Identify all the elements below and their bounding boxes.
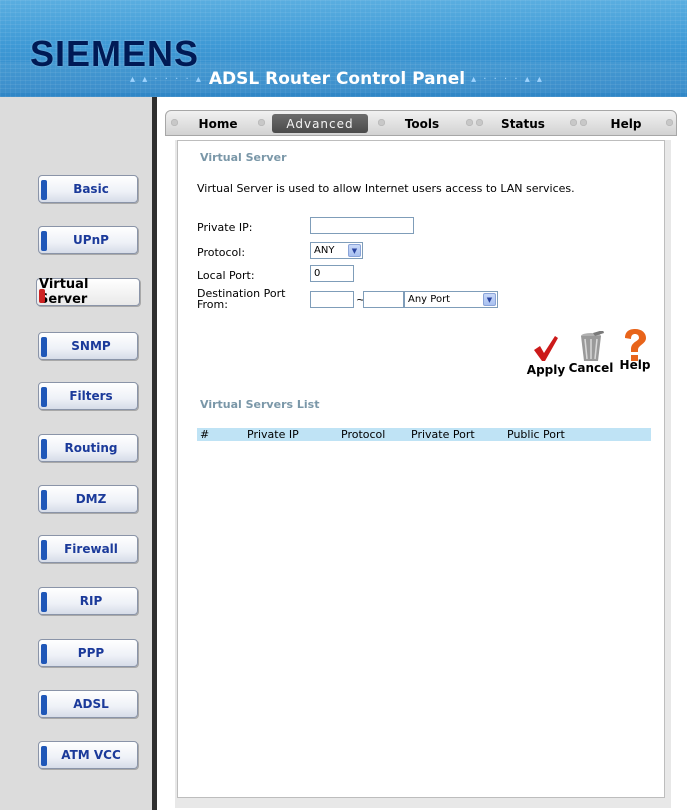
tab-advanced[interactable]: Advanced: [272, 114, 368, 133]
sidebar-item-label: SNMP: [71, 339, 111, 353]
panel-title: ADSL Router Control Panel: [208, 69, 466, 89]
panel-title-line: ▴ ▴ · · · · ▴ ADSL Router Control Panel …: [130, 69, 544, 89]
apply-button[interactable]: Apply: [526, 333, 566, 377]
sidebar-item-ppp[interactable]: PPP: [38, 639, 138, 667]
column-header-public-port: Public Port: [507, 428, 565, 441]
sidebar-item-label: Routing: [64, 441, 118, 455]
tab-marker-icon: [41, 490, 47, 510]
tab-marker-icon: [41, 180, 47, 200]
column-header-private-ip: Private IP: [247, 428, 299, 441]
help-button[interactable]: Help: [616, 328, 654, 372]
sidebar-item-rip[interactable]: RIP: [38, 587, 138, 615]
nav-separator-icon: [580, 119, 587, 126]
tab-marker-icon: [41, 337, 47, 357]
column-header-private-port: Private Port: [411, 428, 475, 441]
sidebar-item-label: PPP: [77, 646, 105, 660]
tab-home[interactable]: Home: [188, 114, 248, 133]
sidebar-item-basic[interactable]: Basic: [38, 175, 138, 203]
sidebar-item-upnp[interactable]: UPnP: [38, 226, 138, 254]
tab-marker-icon: [41, 439, 47, 459]
private-ip-input[interactable]: [310, 217, 414, 234]
destination-port-to-input[interactable]: [363, 291, 404, 308]
sidebar-item-routing[interactable]: Routing: [38, 434, 138, 462]
sidebar-item-label: UPnP: [73, 233, 109, 247]
tab-help[interactable]: Help: [596, 114, 656, 133]
protocol-select[interactable]: ANY ▼: [310, 242, 363, 259]
nav-separator-icon: [476, 119, 483, 126]
tab-marker-icon: [41, 231, 47, 251]
private-ip-label: Private IP:: [197, 221, 253, 234]
tab-marker-icon: [41, 387, 47, 407]
sidebar-item-firewall[interactable]: Firewall: [38, 535, 138, 563]
nav-separator-icon: [258, 119, 265, 126]
sidebar-item-label: RIP: [79, 594, 103, 608]
sidebar-item-snmp[interactable]: SNMP: [38, 332, 138, 360]
checkmark-icon: [534, 336, 558, 361]
sidebar-item-label: Firewall: [64, 542, 118, 556]
cancel-label: Cancel: [568, 361, 614, 375]
question-mark-icon: [625, 329, 646, 361]
nav-separator-icon: [171, 119, 178, 126]
destination-port-label-line2: From:: [197, 298, 228, 311]
content-panel: [177, 140, 665, 798]
tab-marker-icon: [41, 644, 47, 664]
list-title: Virtual Servers List: [200, 398, 320, 411]
destination-port-from-input[interactable]: [310, 291, 354, 308]
sidebar-item-label: ADSL: [73, 697, 109, 711]
column-header-number: #: [200, 428, 210, 441]
nav-separator-icon: [666, 119, 673, 126]
chevron-down-icon[interactable]: ▼: [483, 293, 496, 306]
tab-status[interactable]: Status: [488, 114, 558, 133]
nav-separator-icon: [466, 119, 473, 126]
destination-port-select[interactable]: Any Port ▼: [404, 291, 498, 308]
protocol-select-value: ANY: [314, 245, 335, 256]
list-header-row: # Private IP Protocol Private Port Publi…: [197, 428, 651, 441]
sidebar-item-adsl[interactable]: ADSL: [38, 690, 138, 718]
section-title: Virtual Server: [200, 151, 287, 164]
tab-marker-icon: [41, 540, 47, 560]
nav-separator-icon: [378, 119, 385, 126]
description-text: Virtual Server is used to allow Internet…: [197, 182, 575, 195]
active-marker-icon: [39, 289, 45, 303]
sidebar-divider: [152, 97, 157, 810]
sidebar-item-filters[interactable]: Filters: [38, 382, 138, 410]
title-dots-right: ▴ · · · · ▴ ▴: [471, 73, 544, 85]
local-port-label: Local Port:: [197, 269, 255, 282]
help-label: Help: [619, 358, 651, 372]
sidebar-item-dmz[interactable]: DMZ: [38, 485, 138, 513]
tab-marker-icon: [41, 695, 47, 715]
trash-can-icon: [581, 331, 604, 361]
nav-separator-icon: [570, 119, 577, 126]
title-dots-left: ▴ ▴ · · · · ▴: [130, 73, 203, 85]
sidebar-item-label: ATM VCC: [61, 748, 121, 762]
local-port-input[interactable]: [310, 265, 354, 282]
sidebar-item-label: Virtual Server: [39, 277, 89, 307]
sidebar-item-label: DMZ: [75, 492, 107, 506]
tab-marker-icon: [41, 746, 47, 766]
top-navigation: Home Advanced Tools Status Help: [165, 110, 677, 136]
sidebar-item-virtual-server[interactable]: Virtual Server: [36, 277, 140, 307]
protocol-label: Protocol:: [197, 246, 246, 259]
destination-port-select-value: Any Port: [408, 294, 451, 305]
destination-port-label: Destination Port From:: [197, 288, 285, 310]
header-banner: SIEMENS ▴ ▴ · · · · ▴ ADSL Router Contro…: [0, 0, 687, 97]
sidebar-item-label: Filters: [69, 389, 113, 403]
tab-tools[interactable]: Tools: [392, 114, 452, 133]
column-header-protocol: Protocol: [341, 428, 386, 441]
sidebar-item-atm-vcc[interactable]: ATM VCC: [38, 741, 138, 769]
chevron-down-icon[interactable]: ▼: [348, 244, 361, 257]
sidebar-item-label: Basic: [73, 182, 109, 196]
tab-marker-icon: [41, 592, 47, 612]
apply-label: Apply: [526, 363, 566, 377]
cancel-button[interactable]: Cancel: [568, 331, 614, 375]
